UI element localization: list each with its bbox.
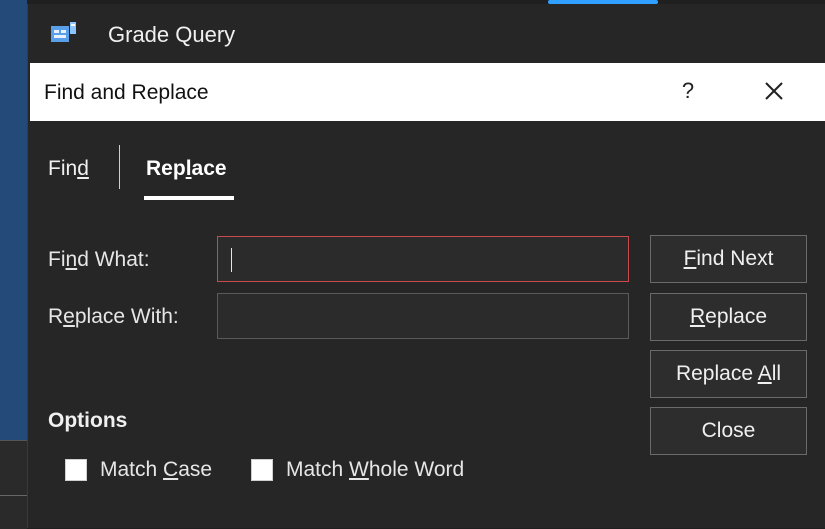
background-window-strip bbox=[0, 440, 27, 529]
find-label-part: Fi bbox=[48, 248, 66, 271]
match-case-access-key: C bbox=[163, 458, 179, 481]
close-icon bbox=[765, 82, 783, 100]
dialog-body: Find Replace Find What: Replace With: Fi… bbox=[30, 121, 825, 528]
replace-all-button[interactable]: Replace All bbox=[650, 350, 807, 398]
find-label-access-key: n bbox=[65, 248, 78, 271]
match-whole-word-checkbox[interactable] bbox=[251, 459, 273, 481]
match-whole-word-access-key: W bbox=[349, 458, 369, 481]
options-heading: Options bbox=[48, 409, 128, 432]
tab-replace-label-part: Rep bbox=[146, 157, 186, 180]
find-next-button[interactable]: Find Next bbox=[650, 235, 807, 283]
replace-btn-label-rest: eplace bbox=[705, 305, 768, 328]
match-case-label[interactable]: Match Case bbox=[100, 458, 212, 482]
replace-with-input[interactable] bbox=[217, 293, 629, 339]
find-what-input[interactable] bbox=[217, 236, 629, 282]
replace-label-rest: place With: bbox=[74, 305, 179, 328]
app-title-bar: Grade Query bbox=[28, 4, 825, 62]
match-case-label-part: Match bbox=[100, 458, 164, 481]
match-whole-word-label-rest: hole Word bbox=[368, 458, 465, 481]
tab-find-label-part: Fin bbox=[48, 157, 78, 180]
match-whole-word-label[interactable]: Match Whole Word bbox=[286, 458, 464, 482]
tab-replace-label-rest: ace bbox=[191, 157, 227, 180]
match-case-label-rest: ase bbox=[178, 458, 213, 481]
find-what-label: Find What: bbox=[48, 248, 150, 272]
form-icon bbox=[51, 22, 76, 42]
replace-label-access-key: e bbox=[63, 305, 75, 328]
find-label-rest: d What: bbox=[77, 248, 150, 271]
grade-query-window: Grade Query Find and Replace ? Find Repl… bbox=[27, 4, 825, 528]
replace-btn-access-key: R bbox=[689, 305, 706, 328]
dialog-title: Find and Replace bbox=[44, 81, 209, 104]
match-case-checkbox[interactable] bbox=[65, 459, 87, 481]
dialog-close-button[interactable] bbox=[756, 73, 792, 109]
app-title: Grade Query bbox=[108, 22, 236, 47]
background-divider bbox=[0, 495, 27, 496]
close-button[interactable]: Close bbox=[650, 407, 807, 455]
replace-all-access-key: A bbox=[757, 362, 772, 385]
tab-find[interactable]: Find bbox=[48, 157, 89, 181]
replace-with-label: Replace With: bbox=[48, 305, 179, 329]
tab-find-access-key: d bbox=[77, 157, 89, 180]
dialog-title-bar: Find and Replace ? bbox=[30, 63, 825, 121]
replace-button[interactable]: Replace bbox=[650, 293, 807, 341]
replace-all-label-rest: ll bbox=[771, 362, 782, 385]
find-next-label-rest: ind Next bbox=[696, 247, 774, 270]
help-button[interactable]: ? bbox=[670, 73, 706, 109]
tab-replace[interactable]: Replace bbox=[146, 157, 227, 181]
replace-label-part: R bbox=[48, 305, 64, 328]
tab-divider bbox=[119, 145, 120, 189]
active-tab-indicator bbox=[144, 196, 234, 200]
text-caret bbox=[231, 248, 232, 272]
replace-all-label-part: Replace bbox=[675, 362, 758, 385]
find-next-access-key: F bbox=[683, 247, 697, 270]
match-whole-word-label-part: Match bbox=[286, 458, 350, 481]
